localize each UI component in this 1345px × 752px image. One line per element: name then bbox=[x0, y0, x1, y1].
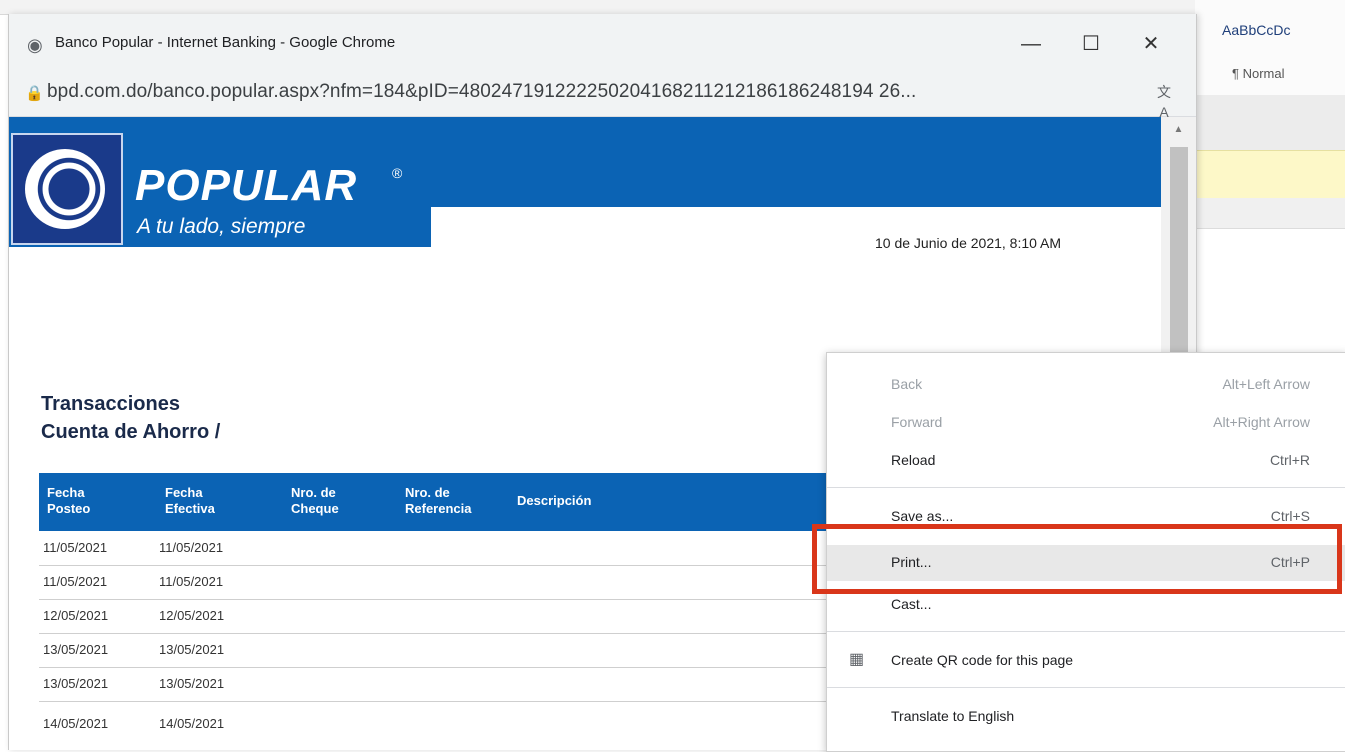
cell-fecha-efectiva: 13/05/2021 bbox=[159, 642, 225, 657]
style-name: ¶ Normal bbox=[1232, 66, 1285, 81]
close-button[interactable]: ✕ bbox=[1129, 28, 1173, 60]
logo-sun-icon bbox=[25, 149, 105, 229]
table-header: Fecha Posteo Fecha Efectiva Nro. de Cheq… bbox=[39, 473, 839, 531]
background-app-toolbar bbox=[0, 0, 1345, 15]
header-fecha-posteo[interactable]: Fecha Posteo bbox=[47, 485, 90, 517]
minimize-button[interactable]: — bbox=[1009, 28, 1053, 60]
menu-item-reload[interactable]: Reload Ctrl+R bbox=[827, 443, 1345, 479]
menu-item-back[interactable]: Back Alt+Left Arrow bbox=[827, 367, 1345, 403]
window-title: Banco Popular - Internet Banking - Googl… bbox=[55, 34, 396, 51]
header-fecha-efectiva[interactable]: Fecha Efectiva bbox=[165, 485, 215, 517]
title-bar[interactable]: ◉ Banco Popular - Internet Banking - Goo… bbox=[9, 14, 1196, 70]
brand-name: POPULAR bbox=[135, 161, 358, 210]
table-row[interactable]: 14/05/2021 14/05/2021 bbox=[39, 707, 839, 741]
style-sample[interactable]: AaBbCcDc bbox=[1222, 22, 1290, 38]
background-app-ruler bbox=[1195, 198, 1345, 229]
header-nro-referencia[interactable]: Nro. de Referencia bbox=[405, 485, 471, 517]
cell-fecha-posteo: 13/05/2021 bbox=[43, 642, 109, 657]
cell-fecha-efectiva: 11/05/2021 bbox=[159, 574, 224, 589]
menu-item-translate[interactable]: Translate to English bbox=[827, 699, 1345, 735]
cell-fecha-efectiva: 12/05/2021 bbox=[159, 608, 225, 623]
menu-item-create-qr[interactable]: ▦ Create QR code for this page bbox=[827, 643, 1345, 679]
lock-icon[interactable]: 🔒 bbox=[25, 84, 44, 102]
globe-icon: ◉ bbox=[27, 35, 43, 55]
highlight-annotation bbox=[812, 524, 1342, 594]
maximize-button[interactable]: ☐ bbox=[1069, 28, 1113, 60]
qr-code-icon: ▦ bbox=[849, 651, 865, 668]
menu-separator bbox=[827, 487, 1345, 488]
cell-fecha-efectiva: 11/05/2021 bbox=[159, 540, 224, 555]
table-row[interactable]: 13/05/2021 13/05/2021 bbox=[39, 667, 839, 702]
table-row[interactable]: 12/05/2021 12/05/2021 bbox=[39, 599, 839, 634]
header-nro-cheque[interactable]: Nro. de Cheque bbox=[291, 485, 339, 517]
cell-fecha-posteo: 11/05/2021 bbox=[43, 540, 108, 555]
background-app-band bbox=[1195, 95, 1345, 150]
scroll-up-arrow-icon[interactable]: ▲ bbox=[1161, 121, 1196, 139]
cell-fecha-posteo: 11/05/2021 bbox=[43, 574, 108, 589]
menu-separator bbox=[827, 687, 1345, 688]
current-date: 10 de Junio de 2021, 8:10 AM bbox=[875, 235, 1062, 251]
table-row[interactable]: 11/05/2021 11/05/2021 bbox=[39, 531, 839, 566]
cell-fecha-posteo: 12/05/2021 bbox=[43, 608, 109, 623]
table-row[interactable]: 13/05/2021 13/05/2021 bbox=[39, 633, 839, 668]
registered-mark: ® bbox=[392, 165, 403, 181]
cell-fecha-efectiva: 13/05/2021 bbox=[159, 676, 225, 691]
cell-fecha-efectiva: 14/05/2021 bbox=[159, 716, 225, 731]
cell-fecha-posteo: 13/05/2021 bbox=[43, 676, 109, 691]
brand-slogan: A tu lado, siempre bbox=[137, 215, 306, 238]
cell-fecha-posteo: 14/05/2021 bbox=[43, 716, 109, 731]
address-bar[interactable]: 🔒 bpd.com.do/banco.popular.aspx?nfm=184&… bbox=[9, 70, 1196, 120]
background-app-ribbon bbox=[1195, 0, 1345, 96]
table-row[interactable]: 11/05/2021 11/05/2021 bbox=[39, 565, 839, 600]
menu-item-forward[interactable]: Forward Alt+Right Arrow bbox=[827, 405, 1345, 441]
url-text[interactable]: bpd.com.do/banco.popular.aspx?nfm=184&pI… bbox=[47, 81, 916, 103]
background-app-message-bar bbox=[1195, 150, 1345, 200]
translate-icon[interactable]: 文A bbox=[1153, 82, 1175, 120]
account-subtitle: Cuenta de Ahorro / bbox=[41, 421, 221, 443]
bank-logo bbox=[11, 133, 123, 245]
page-title: Transacciones bbox=[41, 393, 180, 415]
header-descripcion[interactable]: Descripción bbox=[517, 493, 591, 509]
menu-separator bbox=[827, 631, 1345, 632]
